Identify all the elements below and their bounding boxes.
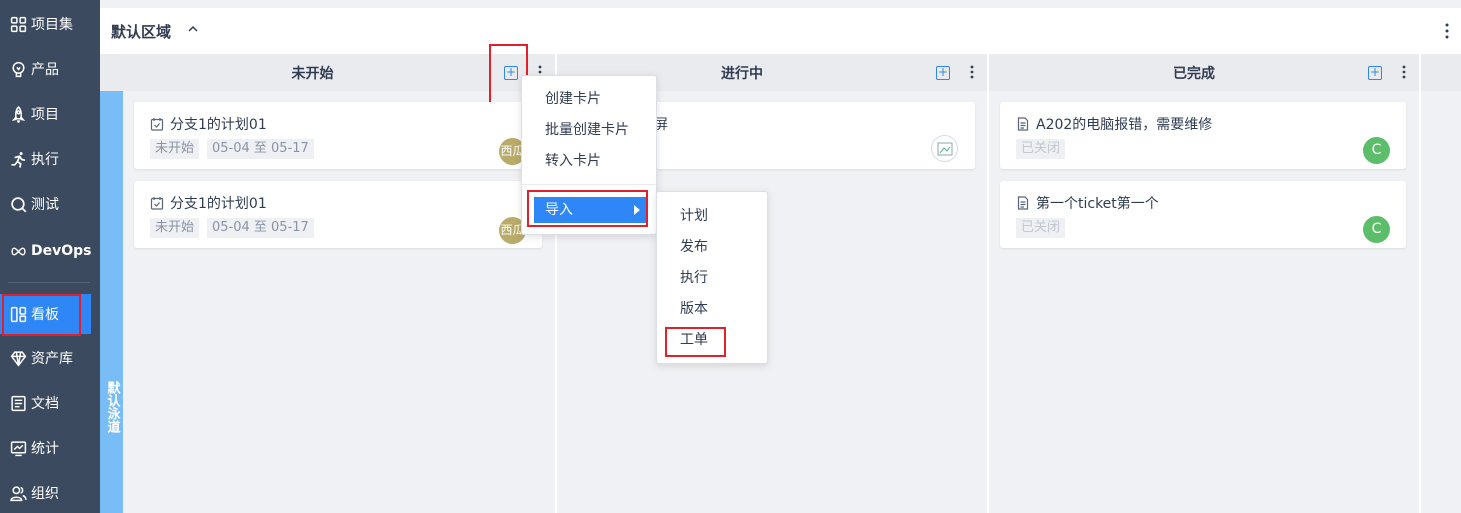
card-done-2[interactable]: 第一个ticket第一个 已关闭 C	[1000, 181, 1406, 248]
diamond-icon	[9, 349, 27, 367]
sidebar-item-label: 项目	[31, 107, 59, 123]
sidebar-item-project[interactable]: 项目	[0, 94, 100, 134]
sidebar-item-label: 文档	[31, 396, 59, 412]
menu-item-import[interactable]: 导入	[534, 197, 646, 223]
menu-item-batch-create-card[interactable]: 批量创建卡片	[545, 117, 629, 143]
card-title: 第一个ticket第一个	[1016, 193, 1159, 213]
submenu-item-plan[interactable]: 计划	[680, 203, 708, 229]
column-separator	[987, 54, 989, 513]
more-vertical-icon[interactable]	[1400, 64, 1408, 80]
card-todo-1[interactable]: 分支1的计划01 未开始 05-04 至 05-17 西瓜	[134, 102, 542, 169]
sidebar-item-label: 产品	[31, 62, 59, 78]
sidebar-item-execution[interactable]: 执行	[0, 139, 100, 179]
menu-divider	[522, 184, 656, 185]
date-range-badge: 05-04 至 05-17	[207, 139, 314, 159]
card-done-1[interactable]: A202的电脑报错，需要维修 已关闭 C	[1000, 102, 1406, 169]
region-title: 默认区域	[111, 22, 172, 41]
card-title: A202的电脑报错，需要维修	[1016, 114, 1212, 134]
avatar[interactable]: C	[1363, 216, 1390, 243]
sidebar-item-stats[interactable]: 统计	[0, 428, 100, 468]
date-range-badge: 05-04 至 05-17	[207, 218, 314, 238]
lane-label-strip[interactable]: 默认泳道	[100, 91, 123, 513]
submenu-item-execution[interactable]: 执行	[680, 265, 708, 291]
sidebar-item-label: 测试	[31, 197, 59, 213]
sidebar-item-test[interactable]: 测试	[0, 184, 100, 224]
column-header-extra	[1421, 54, 1461, 91]
status-badge: 未开始	[150, 218, 200, 238]
sidebar-item-program[interactable]: 项目集	[0, 4, 100, 44]
card-title: 分支1的计划01	[150, 114, 267, 134]
kanban-icon	[9, 305, 27, 323]
card-title: 分支1的计划01	[150, 193, 267, 213]
grid-icon	[9, 15, 27, 33]
region-header: 默认区域	[100, 8, 1461, 54]
sidebar-item-label: 资产库	[31, 351, 73, 367]
import-submenu: 计划 发布 执行 版本 工单	[656, 191, 768, 364]
add-card-button-done[interactable]: +	[1368, 66, 1382, 80]
more-vertical-icon[interactable]	[1439, 21, 1455, 41]
lane-label: 默认泳道	[104, 381, 120, 433]
caret-right-icon	[634, 205, 640, 215]
column-header-done: 已完成	[989, 54, 1419, 91]
submenu-item-ticket[interactable]: 工单	[680, 327, 708, 353]
chart-icon	[9, 439, 27, 457]
ticket-doc-icon	[1017, 117, 1029, 131]
rocket-icon	[9, 105, 27, 123]
run-icon	[9, 150, 27, 168]
plan-icon	[150, 118, 164, 131]
status-badge: 未开始	[150, 139, 200, 159]
column-context-menu: 创建卡片 批量创建卡片 转入卡片 导入	[521, 75, 657, 235]
status-badge: 已关闭	[1016, 218, 1066, 238]
chevron-up-icon[interactable]	[186, 22, 200, 36]
sidebar-item-assets[interactable]: 资产库	[0, 338, 100, 378]
column-title: 进行中	[721, 65, 763, 82]
infinity-icon	[9, 242, 27, 260]
sidebar-item-org[interactable]: 组织	[0, 473, 100, 513]
doc-icon	[9, 394, 27, 412]
magnifier-icon	[9, 195, 27, 213]
column-title: 已完成	[1173, 65, 1215, 82]
sidebar-item-kanban[interactable]: 看板	[0, 294, 91, 334]
submenu-item-version[interactable]: 版本	[680, 296, 708, 322]
plan-icon	[150, 197, 164, 210]
sidebar-item-label: 组织	[31, 486, 59, 502]
sidebar-divider	[8, 282, 90, 283]
avatar[interactable]: C	[1363, 137, 1390, 164]
avatar-broken-image-icon[interactable]	[931, 135, 958, 162]
sidebar-item-docs[interactable]: 文档	[0, 383, 100, 423]
sidebar-item-product[interactable]: 产品	[0, 49, 100, 89]
card-todo-2[interactable]: 分支1的计划01 未开始 05-04 至 05-17 西瓜	[134, 181, 542, 248]
ticket-doc-icon	[1017, 196, 1029, 210]
bulb-icon	[9, 60, 27, 78]
sidebar-item-label: DevOps	[31, 243, 92, 259]
sidebar-item-label: 看板	[31, 307, 59, 323]
more-vertical-icon[interactable]	[968, 64, 976, 80]
add-card-button-todo[interactable]: +	[504, 66, 518, 80]
kanban-app: 项目集 产品 项目 执行 测试 DevOps 看板 资产库 文档 统计 组织 默…	[0, 0, 1461, 513]
menu-item-create-card[interactable]: 创建卡片	[545, 86, 601, 112]
column-header-todo: 未开始	[100, 54, 555, 91]
menu-item-move-in-card[interactable]: 转入卡片	[545, 148, 601, 174]
add-card-button-doing[interactable]: +	[936, 66, 950, 80]
sidebar-item-label: 项目集	[31, 17, 73, 33]
status-badge: 已关闭	[1016, 139, 1066, 159]
sidebar-item-label: 统计	[31, 441, 59, 457]
sidebar: 项目集 产品 项目 执行 测试 DevOps 看板 资产库 文档 统计 组织	[0, 0, 100, 513]
sidebar-item-label: 执行	[31, 152, 59, 168]
submenu-item-release[interactable]: 发布	[680, 234, 708, 260]
column-separator	[1419, 54, 1421, 513]
sidebar-item-devops[interactable]: DevOps	[0, 231, 100, 271]
people-icon	[9, 484, 27, 502]
column-title: 未开始	[291, 65, 334, 82]
